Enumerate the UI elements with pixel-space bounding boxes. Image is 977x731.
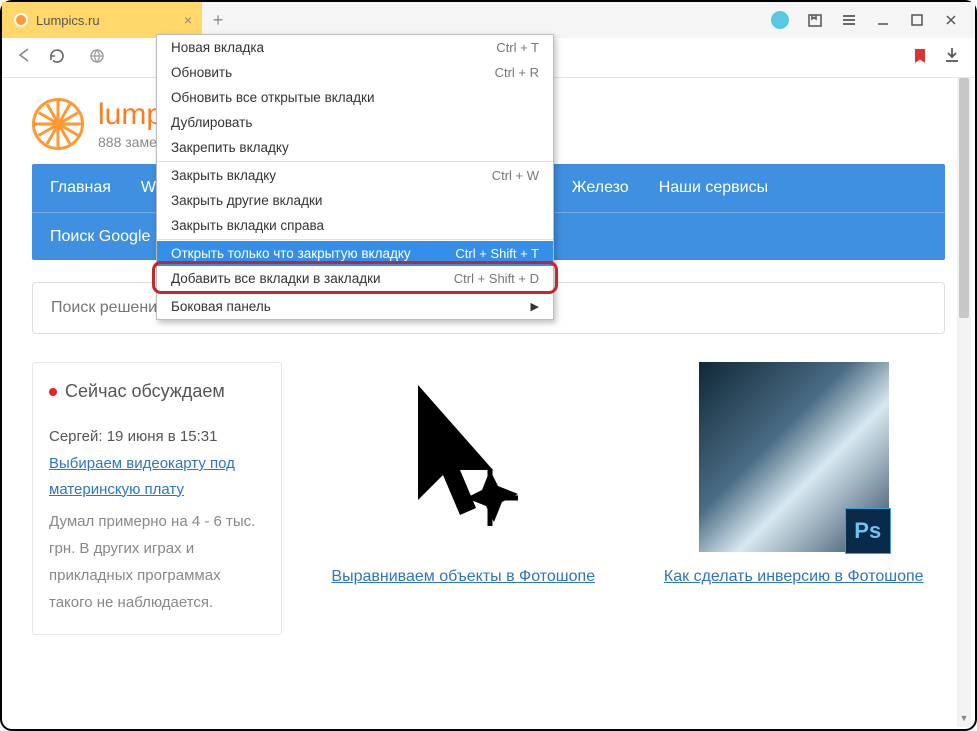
menu-item-label: Боковая панель xyxy=(171,299,271,314)
context-menu-item[interactable]: Боковая панель ▶ xyxy=(157,294,553,319)
minimize-button[interactable] xyxy=(875,12,891,28)
menu-item-shortcut: Ctrl + Shift + T xyxy=(455,246,539,261)
article-thumb: Ps xyxy=(699,362,889,552)
menu-item-label: Закрыть вкладку xyxy=(171,168,276,183)
discussion-heading: Сейчас обсуждаем xyxy=(49,381,265,402)
menu-item-label: Закрыть другие вкладки xyxy=(171,193,322,208)
comment-body: Думал примерно на 4 - 6 тыс. грн. В друг… xyxy=(49,508,265,616)
tab-title: Lumpics.ru xyxy=(36,13,100,28)
favicon-icon xyxy=(14,13,28,27)
article-card[interactable]: Ps Как сделать инверсию в Фотошопе xyxy=(643,362,946,635)
menu-icon[interactable] xyxy=(841,12,857,28)
nav-item[interactable]: Главная xyxy=(50,179,111,197)
site-logo-icon xyxy=(32,98,84,150)
context-menu-item[interactable]: Добавить все вкладки в закладки Ctrl + Sh… xyxy=(157,266,553,291)
nav-item[interactable]: Поиск Google xyxy=(50,228,150,246)
maximize-button[interactable] xyxy=(909,12,925,28)
article-title[interactable]: Как сделать инверсию в Фотошопе xyxy=(664,568,924,585)
menu-item-label: Открыть только что закрытую вкладку xyxy=(171,246,411,261)
menu-item-shortcut: Ctrl + R xyxy=(495,65,539,80)
site-info-icon[interactable] xyxy=(89,48,105,67)
menu-item-label: Добавить все вкладки в закладки xyxy=(171,271,381,286)
comment-meta: Сергей: 19 июня в 15:31 xyxy=(49,428,265,445)
discussion-widget: Сейчас обсуждаем Сергей: 19 июня в 15:31… xyxy=(32,362,282,635)
scroll-down-icon[interactable]: ▼ xyxy=(957,713,971,727)
context-menu-item[interactable]: Дублировать xyxy=(157,110,553,135)
downloads-icon[interactable] xyxy=(943,46,961,69)
tab-context-menu: Новая вкладкаCtrl + TОбновитьCtrl + RОбн… xyxy=(156,34,554,320)
menu-item-shortcut: Ctrl + T xyxy=(496,40,539,55)
menu-separator xyxy=(157,239,553,240)
context-menu-item[interactable]: Обновить все открытые вкладки xyxy=(157,85,553,110)
browser-tab[interactable]: Lumpics.ru × xyxy=(2,2,202,38)
article-card[interactable]: Выравниваем объекты в Фотошопе xyxy=(312,362,615,635)
menu-item-shortcut: Ctrl + Shift + D xyxy=(454,271,539,286)
menu-item-label: Обновить xyxy=(171,65,232,80)
titlebar: Lumpics.ru × + xyxy=(2,2,975,38)
back-button[interactable] xyxy=(16,47,32,68)
context-menu-item[interactable]: Закрыть другие вкладки xyxy=(157,188,553,213)
bookmark-icon[interactable] xyxy=(913,48,927,67)
menu-item-label: Закрыть вкладки справа xyxy=(171,218,324,233)
ps-badge-icon: Ps xyxy=(845,508,891,554)
assistant-icon[interactable] xyxy=(771,11,789,29)
menu-separator xyxy=(157,161,553,162)
context-menu-item[interactable]: Закрыть вкладку Ctrl + W xyxy=(157,163,553,188)
context-menu-item[interactable]: Закрыть вкладки справа xyxy=(157,213,553,238)
menu-item-label: Закрепить вкладку xyxy=(171,140,289,155)
context-menu-item[interactable]: Новая вкладка Ctrl + T xyxy=(157,35,553,60)
menu-item-label: Новая вкладка xyxy=(171,40,264,55)
context-menu-item[interactable]: Обновить Ctrl + R xyxy=(157,60,553,85)
nav-item[interactable]: Железо xyxy=(572,179,629,197)
reload-button[interactable] xyxy=(48,47,65,69)
submenu-arrow-icon: ▶ xyxy=(531,300,539,313)
article-thumb xyxy=(368,362,558,552)
article-title[interactable]: Выравниваем объекты в Фотошопе xyxy=(331,568,595,585)
nav-item[interactable]: Наши сервисы xyxy=(659,179,768,197)
tab-close-icon[interactable]: × xyxy=(184,12,192,28)
comment-link[interactable]: Выбираем видеокарту под материнскую плат… xyxy=(49,455,235,498)
menu-item-label: Дублировать xyxy=(171,115,252,130)
menu-separator xyxy=(157,292,553,293)
collections-icon[interactable] xyxy=(807,12,823,28)
context-menu-item[interactable]: Закрепить вкладку xyxy=(157,135,553,160)
menu-item-shortcut: Ctrl + W xyxy=(492,168,539,183)
close-button[interactable] xyxy=(943,12,959,28)
context-menu-item[interactable]: Открыть только что закрытую вкладку Ctrl … xyxy=(157,241,553,266)
live-dot-icon xyxy=(49,388,57,396)
window-controls xyxy=(771,2,975,38)
menu-item-label: Обновить все открытые вкладки xyxy=(171,90,375,105)
scroll-thumb[interactable] xyxy=(959,78,969,318)
scrollbar[interactable]: ▲ ▼ xyxy=(957,78,971,727)
new-tab-button[interactable]: + xyxy=(202,2,234,38)
